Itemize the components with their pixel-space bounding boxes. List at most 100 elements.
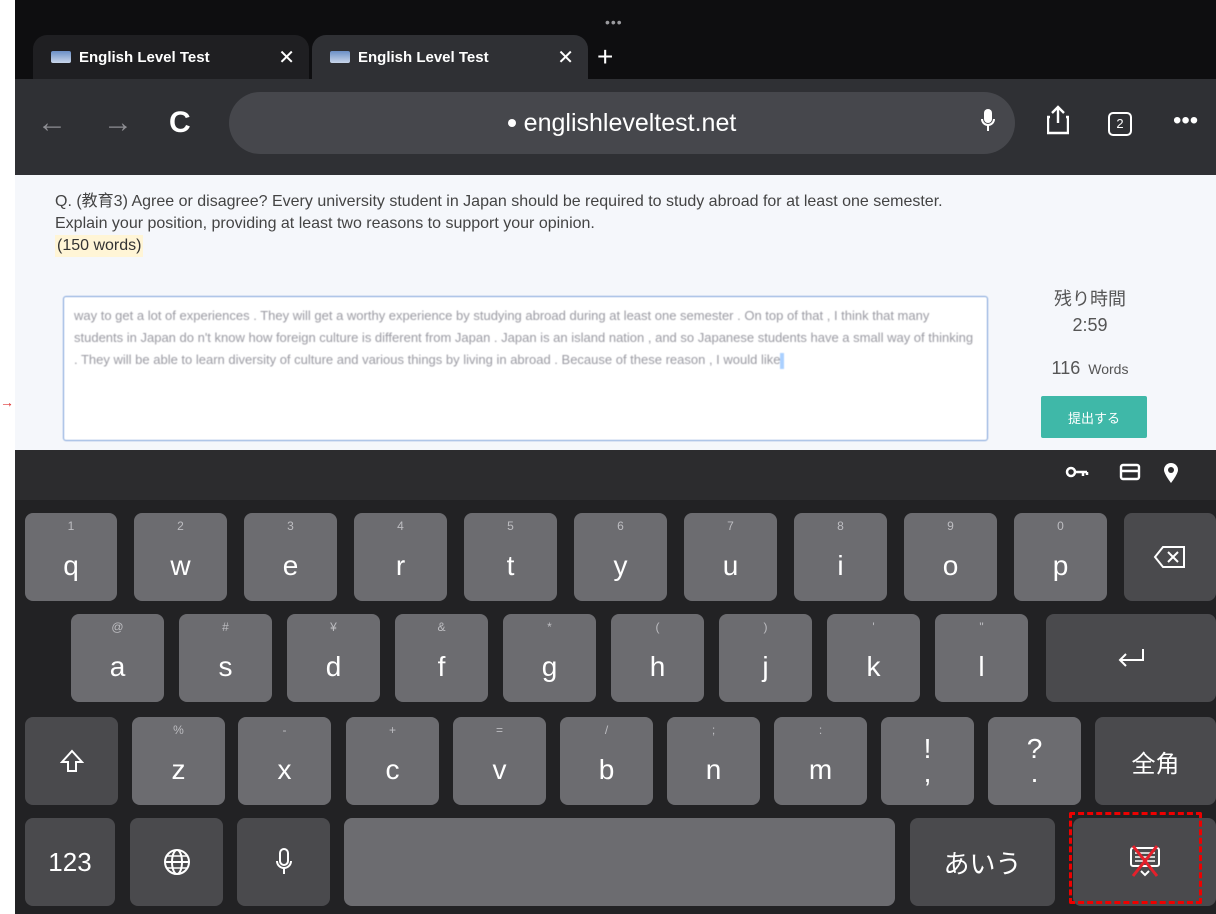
back-arrow-icon[interactable]: ← <box>37 103 67 143</box>
key-o[interactable]: 9o <box>904 513 997 601</box>
key-sub: 4 <box>397 519 404 533</box>
key-sub: 7 <box>727 519 734 533</box>
key-label: a <box>109 651 126 682</box>
key-k[interactable]: ' k <box>827 614 920 702</box>
key-sub: / <box>604 723 609 737</box>
return-key[interactable] <box>1046 614 1216 702</box>
key-g[interactable]: * g <box>503 614 596 702</box>
key-m[interactable]: :m <box>774 717 867 805</box>
key-y[interactable]: 6y <box>574 513 667 601</box>
key-z[interactable]: % z <box>132 717 225 805</box>
key-label: r <box>395 550 406 581</box>
key-b[interactable]: / b <box>560 717 653 805</box>
microphone-icon[interactable] <box>981 108 995 138</box>
key-r[interactable]: 4r <box>354 513 447 601</box>
shift-icon <box>59 749 84 772</box>
window-grip[interactable]: ••• <box>605 14 623 30</box>
globe-icon <box>163 849 190 875</box>
question-body: Q. (教育3) Agree or disagree? Every univer… <box>55 193 943 232</box>
key-a[interactable]: @ a <box>71 614 164 702</box>
tab-title: English Level Test <box>79 48 210 66</box>
password-key-icon[interactable] <box>1065 462 1089 488</box>
key-period[interactable]: ?. <box>988 717 1081 805</box>
key-w[interactable]: 2w <box>134 513 227 601</box>
key-u[interactable]: 7u <box>684 513 777 601</box>
key-sub: @ <box>111 620 124 634</box>
reload-icon[interactable]: C <box>169 103 191 143</box>
key-label: s <box>218 651 233 682</box>
key-sub: * <box>547 620 552 634</box>
globe-key[interactable] <box>130 818 223 906</box>
key-h[interactable]: (h <box>611 614 704 702</box>
backspace-key[interactable] <box>1124 513 1216 601</box>
kana-key[interactable]: あいう <box>910 818 1055 906</box>
tab-count-badge[interactable]: 2 <box>1108 112 1132 136</box>
web-content: Q. (教育3) Agree or disagree? Every univer… <box>15 175 1216 450</box>
answer-textarea[interactable]: way to get a lot of experiences . They w… <box>63 296 988 441</box>
key-comma[interactable]: !, <box>881 717 974 805</box>
credit-card-icon[interactable] <box>1119 462 1141 488</box>
browser-toolbar: ← → C englishleveltest.net 2 ••• <box>15 79 1216 175</box>
key-sub: & <box>437 620 446 634</box>
key-label: x <box>277 754 292 785</box>
key-s[interactable]: # s <box>179 614 272 702</box>
tab-strip: ••• English Level Test ✕ English Level T… <box>15 0 1216 86</box>
dictation-key[interactable] <box>237 818 330 906</box>
key-x[interactable]: -x <box>238 717 331 805</box>
key-label: k <box>866 651 881 682</box>
answer-text: way to get a lot of experiences . They w… <box>74 308 974 367</box>
onscreen-keyboard: 1q 2w 3e 4r 5t 6y 7u 8i 9o 0p @ a # s ¥ d &… <box>15 500 1216 914</box>
more-icon[interactable]: ••• <box>1173 101 1198 141</box>
space-key[interactable] <box>344 818 895 906</box>
key-sub: " <box>979 620 984 634</box>
key-label: t <box>506 550 515 581</box>
remaining-time-value: 2:59 <box>1072 315 1108 335</box>
submit-button[interactable]: 提出する <box>1041 396 1147 438</box>
key-sub: % <box>173 723 184 737</box>
shift-key[interactable] <box>25 717 118 805</box>
text-cursor <box>780 352 785 369</box>
key-label: w <box>170 550 191 581</box>
key-sub: ; <box>711 723 716 737</box>
key-v[interactable]: = v <box>453 717 546 805</box>
words-label: Words <box>1088 361 1129 377</box>
close-tab-icon[interactable]: ✕ <box>278 45 295 70</box>
key-l[interactable]: " l <box>935 614 1028 702</box>
key-sub: 2 <box>177 519 184 533</box>
return-icon <box>1118 649 1144 667</box>
key-q[interactable]: 1q <box>25 513 117 601</box>
close-tab-icon[interactable]: ✕ <box>557 45 574 70</box>
microphone-icon <box>275 848 292 874</box>
key-label: g <box>541 651 558 682</box>
key-label: , <box>923 757 932 788</box>
key-label: o <box>942 550 959 581</box>
tab-1[interactable]: English Level Test ✕ <box>33 35 309 79</box>
address-bar[interactable]: englishleveltest.net <box>229 92 1015 154</box>
key-e[interactable]: 3e <box>244 513 337 601</box>
secure-dot-icon <box>507 119 516 127</box>
key-c[interactable]: + c <box>346 717 439 805</box>
new-tab-button[interactable]: + <box>597 40 613 74</box>
key-p[interactable]: 0p <box>1014 513 1107 601</box>
key-sub: = <box>495 723 503 737</box>
key-f[interactable]: & f <box>395 614 488 702</box>
key-j[interactable]: ) j <box>719 614 812 702</box>
key-sub: 9 <box>947 519 954 533</box>
key-sub: 8 <box>837 519 844 533</box>
key-i[interactable]: 8i <box>794 513 887 601</box>
highlight-box <box>1069 812 1202 904</box>
key-sub: ¥ <box>330 620 337 634</box>
key-sub: ' <box>872 620 875 634</box>
zenkaku-key[interactable]: 全角 <box>1095 717 1216 805</box>
key-label: d <box>325 651 342 682</box>
key-n[interactable]: ; n <box>667 717 760 805</box>
key-d[interactable]: ¥ d <box>287 614 380 702</box>
key-t[interactable]: 5t <box>464 513 557 601</box>
forward-arrow-icon[interactable]: → <box>103 103 133 143</box>
tab-2-active[interactable]: English Level Test ✕ <box>312 35 588 79</box>
location-pin-icon[interactable] <box>1163 462 1179 490</box>
numbers-key[interactable]: 123 <box>25 818 115 906</box>
question-text: Q. (教育3) Agree or disagree? Every univer… <box>55 191 985 257</box>
ipad-screen: ••• English Level Test ✕ English Level T… <box>15 0 1216 914</box>
share-icon[interactable] <box>1046 105 1070 146</box>
